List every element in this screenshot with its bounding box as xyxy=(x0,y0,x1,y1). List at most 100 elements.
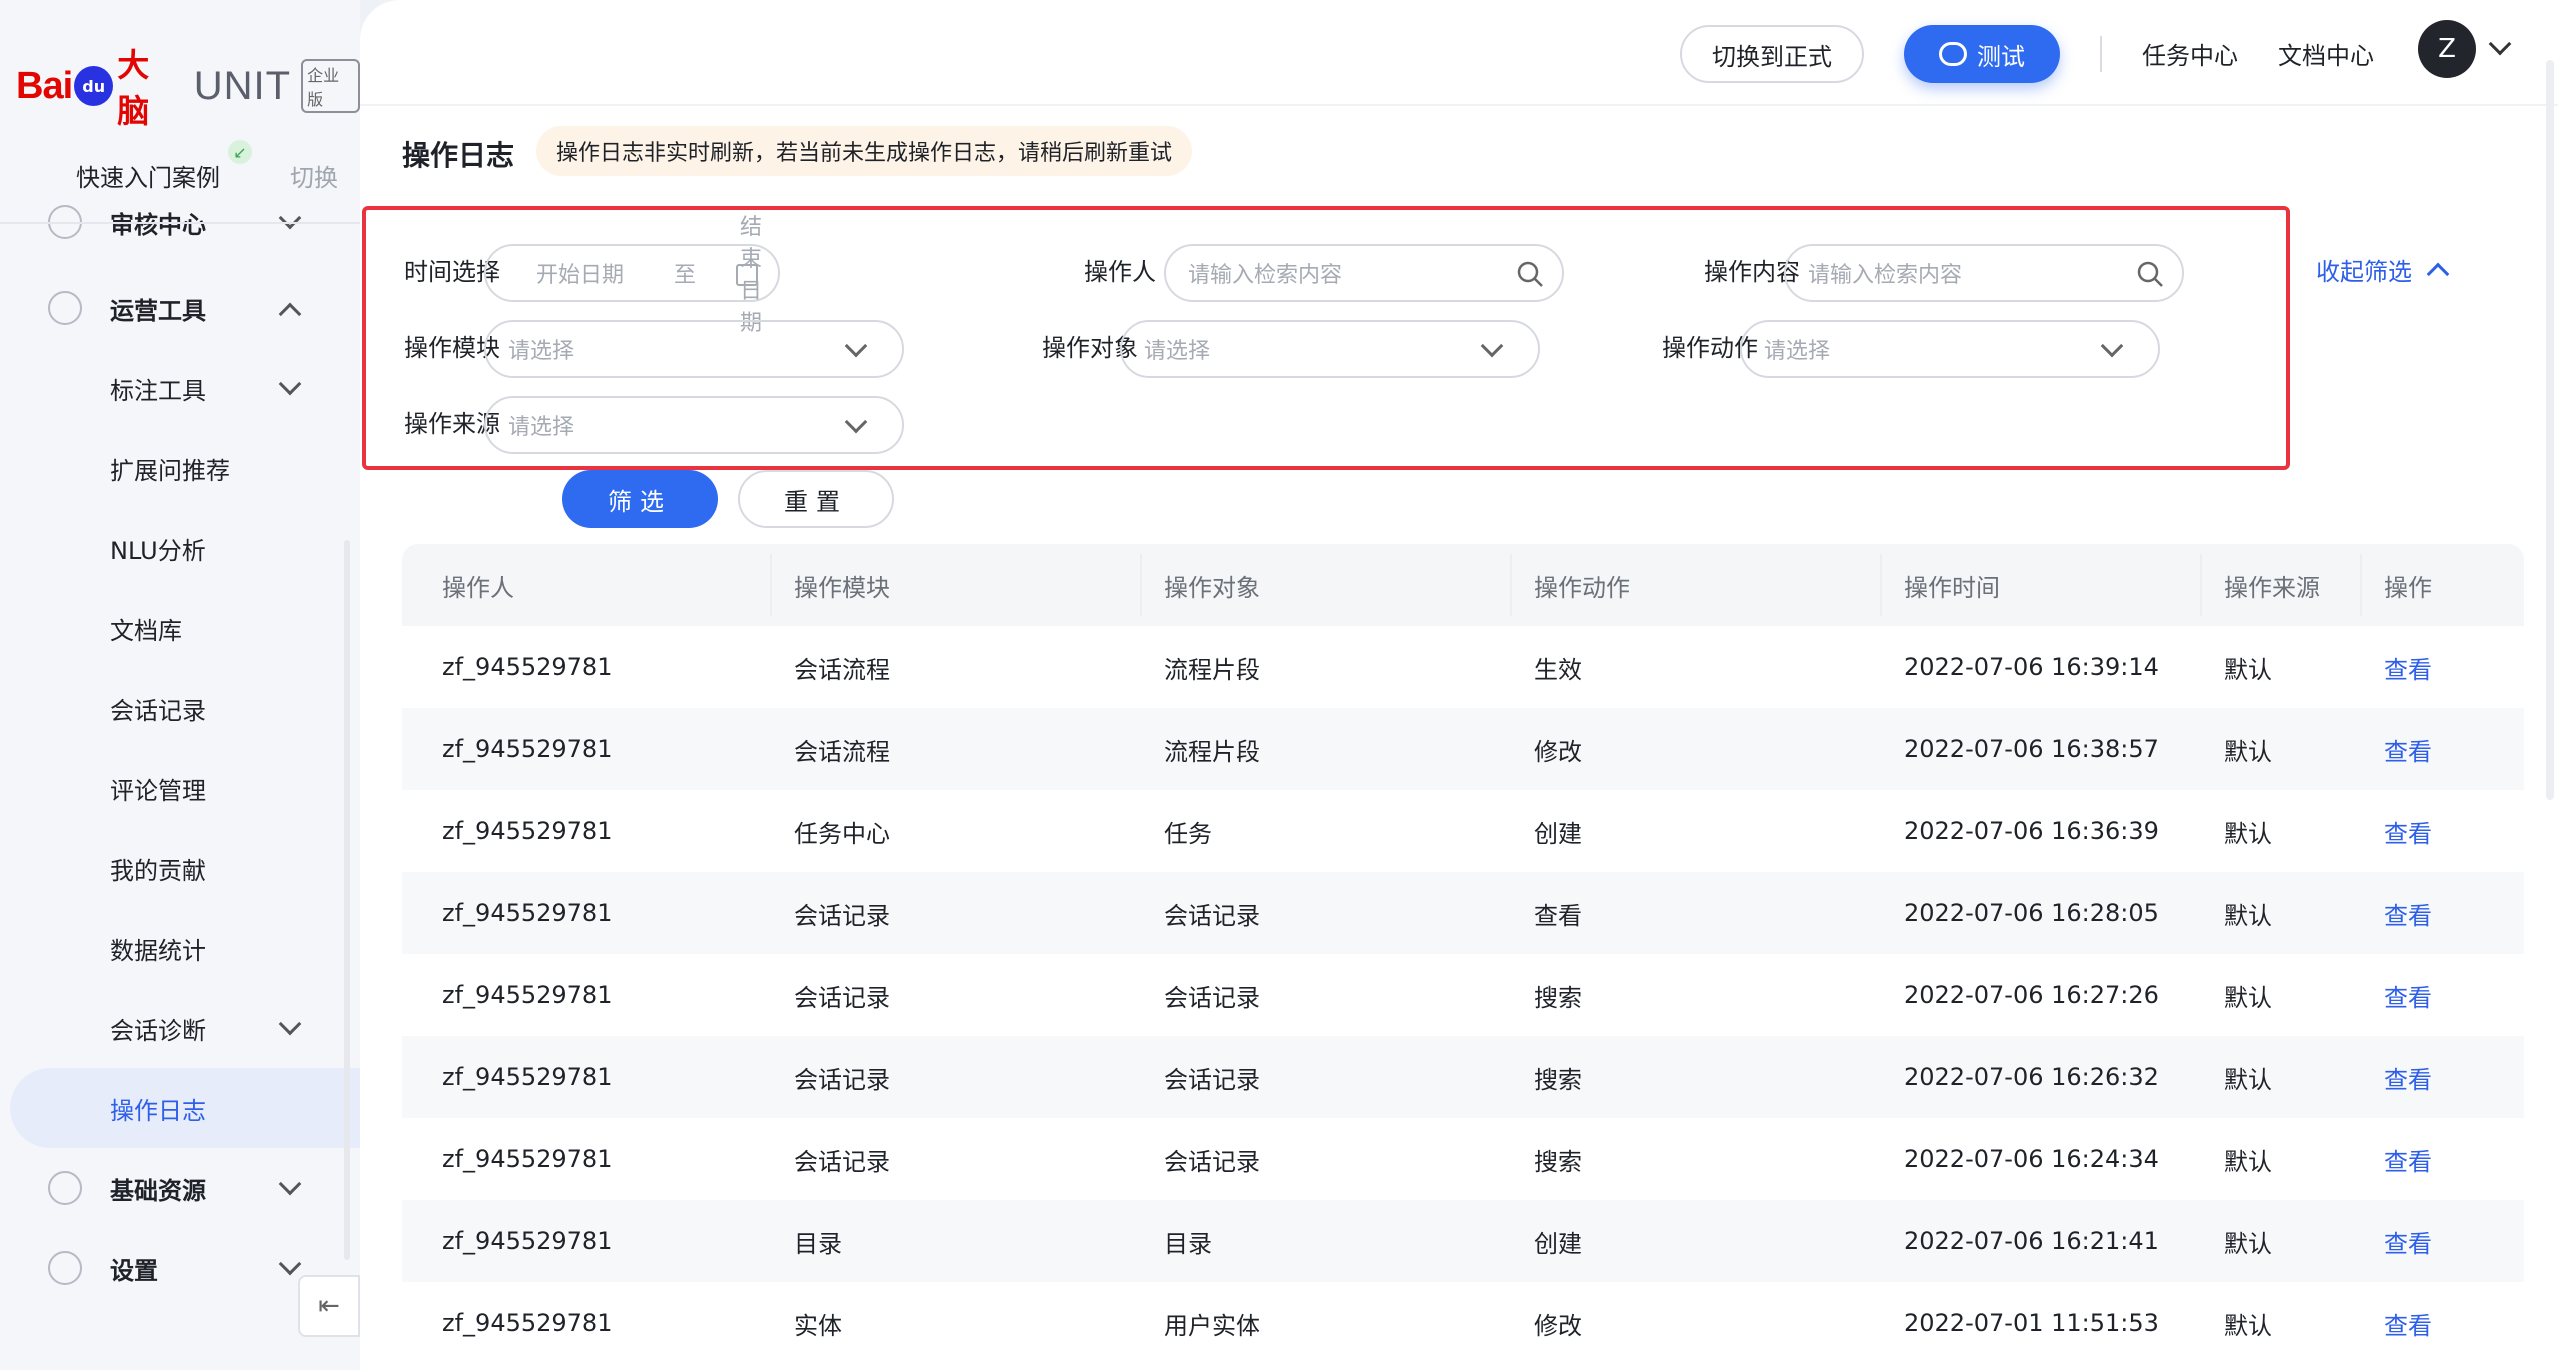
chevron-down-icon xyxy=(278,372,302,396)
sidebar-item-basic-resources[interactable]: 基础资源 xyxy=(0,1148,360,1228)
sidebar-item-contributions[interactable]: 我的贡献 xyxy=(0,828,360,908)
quick-start-arrow-icon: ↙ xyxy=(228,140,252,164)
chevron-up-icon xyxy=(278,302,302,326)
source-cell: 默认 xyxy=(2224,1311,2272,1340)
sidebar-item-label: 标注工具 xyxy=(110,376,206,405)
sidebar-menu: 审核中心 运营工具 标注工具 扩展问推荐 NLU分析 文档库 会话记录 评论管理… xyxy=(0,200,360,1360)
view-link[interactable]: 查看 xyxy=(2384,708,2432,790)
operator-cell: zf_945529781 xyxy=(442,1227,613,1255)
object-cell: 会话记录 xyxy=(1164,1065,1260,1094)
time-cell: 2022-07-06 16:39:14 xyxy=(1904,653,2159,681)
operator-cell: zf_945529781 xyxy=(442,981,613,1009)
module-cell: 会话流程 xyxy=(794,655,890,684)
calendar-icon xyxy=(736,264,758,286)
object-cell: 流程片段 xyxy=(1164,655,1260,684)
operator-label: 操作人 xyxy=(1084,258,1156,286)
date-separator: 至 xyxy=(674,263,697,288)
view-link[interactable]: 查看 xyxy=(2384,1118,2432,1200)
switch-to-production-button[interactable]: 切换到正式 xyxy=(1680,25,1864,83)
sidebar-item-label: 操作日志 xyxy=(110,1096,206,1125)
sidebar-scrollbar[interactable] xyxy=(344,540,350,1260)
module-cell: 会话记录 xyxy=(794,983,890,1012)
chevron-up-icon xyxy=(2426,262,2450,285)
task-center-link[interactable]: 任务中心 xyxy=(2142,36,2238,71)
collapse-filter-toggle[interactable]: 收起筛选 xyxy=(2316,252,2450,287)
chevron-down-icon xyxy=(844,334,868,358)
main-panel: 切换到正式 测试 任务中心 文档中心 Z 操作日志 操作日志非实时刷新，若当前未… xyxy=(360,0,2558,1370)
logo-danao: 大脑 xyxy=(117,46,150,130)
sidebar-item-statistics[interactable]: 数据统计 xyxy=(0,908,360,988)
column-header: 操作人 xyxy=(442,573,514,602)
column-header: 操作 xyxy=(2384,573,2432,602)
sidebar-item-comments[interactable]: 评论管理 xyxy=(0,748,360,828)
chevron-down-icon xyxy=(278,206,302,230)
view-link[interactable]: 查看 xyxy=(2384,1200,2432,1282)
filter-button[interactable]: 筛选 xyxy=(562,470,718,528)
reset-button[interactable]: 重置 xyxy=(738,470,894,528)
content-search-input[interactable]: 请输入检索内容 xyxy=(1784,244,2184,302)
doc-center-link[interactable]: 文档中心 xyxy=(2278,36,2374,71)
switch-link[interactable]: 切换 xyxy=(290,158,338,193)
time-cell: 2022-07-06 16:28:05 xyxy=(1904,899,2159,927)
object-cell: 会话记录 xyxy=(1164,901,1260,930)
action-select[interactable]: 请选择 xyxy=(1740,320,2160,378)
object-cell: 目录 xyxy=(1164,1229,1212,1258)
table-row: zf_945529781 实体 用户实体 修改 2022-07-01 11:51:53 默… xyxy=(402,1282,2524,1364)
view-link[interactable]: 查看 xyxy=(2384,872,2432,954)
table-row: zf_945529781 会话流程 流程片段 修改 2022-07-06 16:38:5… xyxy=(402,708,2524,790)
column-header: 操作对象 xyxy=(1164,573,1260,602)
content-placeholder: 请输入检索内容 xyxy=(1808,263,1963,288)
sidebar: Bai du 大脑 UNIT 企业版 快速入门案例 ↙ 切换 审核中心 运营工具… xyxy=(0,0,360,1370)
edition-badge: 企业版 xyxy=(301,59,360,113)
test-button[interactable]: 测试 xyxy=(1904,25,2060,83)
view-link[interactable]: 查看 xyxy=(2384,626,2432,708)
sidebar-item-operation-log[interactable]: 操作日志 xyxy=(10,1068,360,1148)
quick-start-link[interactable]: 快速入门案例 xyxy=(76,158,220,193)
time-cell: 2022-07-01 11:51:53 xyxy=(1904,1309,2159,1337)
column-header: 操作来源 xyxy=(2224,573,2320,602)
source-cell: 默认 xyxy=(2224,901,2272,930)
sidebar-item-conversation-records[interactable]: 会话记录 xyxy=(0,668,360,748)
sidebar-item-doc-library[interactable]: 文档库 xyxy=(0,588,360,668)
search-icon xyxy=(2137,261,2163,287)
object-cell: 流程片段 xyxy=(1164,737,1260,766)
operator-search-input[interactable]: 请输入检索内容 xyxy=(1164,244,1564,302)
object-cell: 用户实体 xyxy=(1164,1311,1260,1340)
avatar[interactable]: Z xyxy=(2418,20,2476,78)
sidebar-item-expand-question[interactable]: 扩展问推荐 xyxy=(0,428,360,508)
view-link[interactable]: 查看 xyxy=(2384,954,2432,1036)
date-range-picker[interactable]: 开始日期 至 结束日期 xyxy=(484,215,780,336)
source-cell: 默认 xyxy=(2224,737,2272,766)
view-link[interactable]: 查看 xyxy=(2384,1036,2432,1118)
sidebar-item-diagnosis[interactable]: 会话诊断 xyxy=(0,988,360,1068)
source-select[interactable]: 请选择 xyxy=(484,396,904,454)
sidebar-item-label: 运营工具 xyxy=(110,296,206,325)
column-divider xyxy=(1510,554,1512,616)
sidebar-item-label: 文档库 xyxy=(110,616,182,645)
operator-cell: zf_945529781 xyxy=(442,1309,613,1337)
operator-placeholder: 请输入检索内容 xyxy=(1188,263,1343,288)
sidebar-item-nlu[interactable]: NLU分析 xyxy=(0,508,360,588)
module-cell: 会话记录 xyxy=(794,1065,890,1094)
sidebar-item-ops-tools[interactable]: 运营工具 xyxy=(0,268,360,348)
refresh-notice: 操作日志非实时刷新，若当前未生成操作日志，请稍后刷新重试 xyxy=(536,126,1193,176)
view-link[interactable]: 查看 xyxy=(2384,1282,2432,1364)
sidebar-item-annotation[interactable]: 标注工具 xyxy=(0,348,360,428)
object-select[interactable]: 请选择 xyxy=(1120,320,1540,378)
main-scrollbar[interactable] xyxy=(2546,60,2554,800)
topbar-divider xyxy=(2100,36,2102,72)
chevron-down-icon xyxy=(278,1012,302,1036)
sidebar-item-audit[interactable]: 审核中心 xyxy=(0,200,360,262)
table-body: zf_945529781 会话流程 流程片段 生效 2022-07-06 16:39:1… xyxy=(402,626,2524,1364)
object-placeholder: 请选择 xyxy=(1144,339,1211,364)
brand-logo[interactable]: Bai du 大脑 UNIT 企业版 xyxy=(16,46,360,130)
collapse-sidebar-icon[interactable]: ⇤ xyxy=(298,1275,360,1337)
view-link[interactable]: 查看 xyxy=(2384,790,2432,872)
source-placeholder: 请选择 xyxy=(508,415,575,440)
chevron-down-icon xyxy=(2100,334,2124,358)
object-cell: 会话记录 xyxy=(1164,983,1260,1012)
module-placeholder: 请选择 xyxy=(508,339,575,364)
sidebar-item-label: 会话诊断 xyxy=(110,1016,206,1045)
module-select[interactable]: 请选择 xyxy=(484,320,904,378)
chevron-down-icon[interactable] xyxy=(2488,32,2512,56)
